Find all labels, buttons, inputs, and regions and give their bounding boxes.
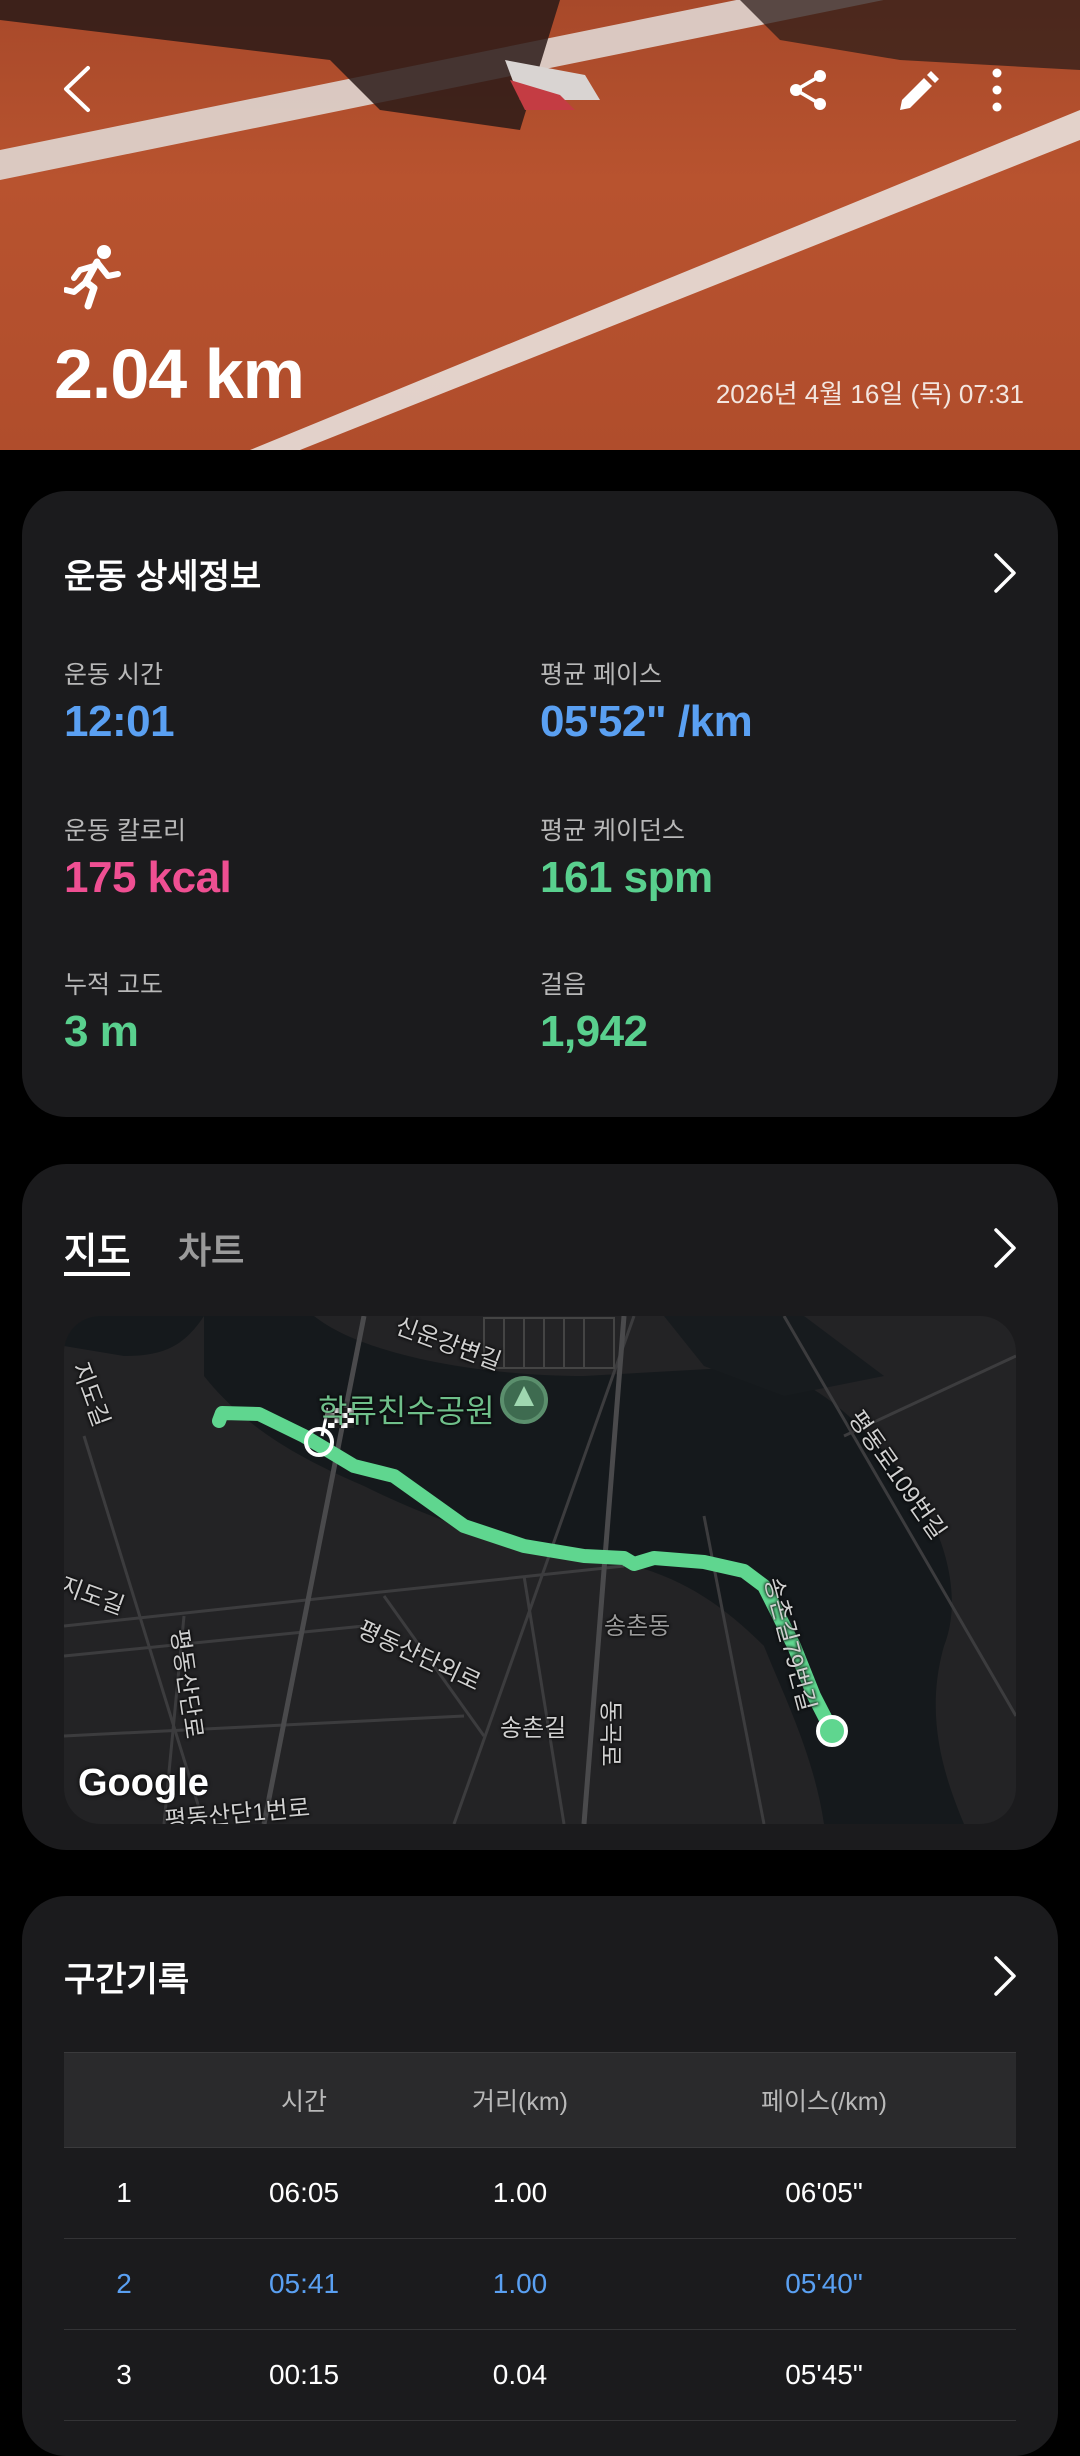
metric-value: 1,942 — [540, 1007, 648, 1056]
laps-table: 시간 거리(km) 페이스(/km) 1 06:05 1.00 06'05" 2… — [64, 2052, 1016, 2421]
lap-pace: 05'45" — [785, 2359, 863, 2390]
lap-number: 3 — [116, 2359, 132, 2390]
lap-number: 1 — [116, 2177, 132, 2208]
laps-card[interactable]: 구간기록 시간 거리(km) 페이스(/km) 1 06:05 1.00 06'… — [22, 1896, 1058, 2456]
lap-time: 06:05 — [268, 2177, 340, 2208]
metric-label: 평균 페이스 — [540, 661, 662, 689]
lap-distance: 1.00 — [492, 2177, 548, 2208]
back-icon[interactable] — [58, 64, 98, 114]
lap-distance: 0.04 — [492, 2359, 548, 2390]
running-icon — [64, 245, 121, 310]
chevron-right-icon[interactable] — [992, 551, 1018, 595]
lap-pace: 06'05" — [785, 2177, 863, 2208]
workout-details-card[interactable]: 운동 상세정보 운동 시간 12:01 평균 페이스 05'52" /km 운동… — [22, 491, 1058, 1117]
metric-elevation: 누적 고도 3 m — [64, 965, 163, 1057]
metric-value: 3 m — [64, 1007, 139, 1056]
lap-time: 00:15 — [268, 2359, 340, 2390]
metric-calories: 운동 칼로리 175 kcal — [64, 811, 232, 903]
card-title: 운동 상세정보 — [64, 558, 262, 596]
workout-datetime: 2026년 4월 16일 (목) 07:31 — [715, 379, 1024, 409]
map-label-road: 송촌길 — [500, 1715, 567, 1742]
table-row: 2 05:41 1.00 05'40" — [64, 2239, 1016, 2330]
metric-label: 운동 시간 — [64, 661, 163, 689]
metric-value: 175 kcal — [64, 853, 232, 902]
metric-value: 12:01 — [64, 697, 175, 746]
map-label-park: 학류친수공원 — [318, 1393, 495, 1429]
metric-cadence: 평균 케이던스 161 spm — [540, 811, 713, 903]
table-header: 시간 거리(km) 페이스(/km) — [64, 2052, 1016, 2148]
table-row: 1 06:05 1.00 06'05" — [64, 2148, 1016, 2239]
metric-label: 걸음 — [540, 971, 587, 999]
metric-label: 운동 칼로리 — [64, 817, 186, 845]
metric-duration: 운동 시간 12:01 — [64, 655, 175, 747]
lap-time: 05:41 — [268, 2268, 340, 2299]
column-header: 거리(km) — [472, 2088, 568, 2116]
map-canvas — [64, 1316, 1016, 1824]
lap-pace: 05'40" — [785, 2268, 863, 2299]
chevron-right-icon[interactable] — [992, 1226, 1018, 1270]
lap-number: 2 — [116, 2268, 132, 2299]
table-row: 3 00:15 0.04 05'45" — [64, 2330, 1016, 2421]
column-header: 시간 — [280, 2088, 327, 2116]
tab-active-indicator — [64, 1272, 130, 1276]
metric-label: 평균 케이던스 — [540, 817, 685, 845]
share-icon[interactable] — [786, 68, 830, 112]
header-hero: 2.04 km 2026년 4월 16일 (목) 07:31 — [0, 0, 1080, 450]
metric-avg-pace: 평균 페이스 05'52" /km — [540, 655, 753, 747]
map-chart-card: 지도 차트 학류친수공원 신운강변길 지도길 평동로109번길 평동산단외로 평… — [22, 1164, 1058, 1850]
metric-steps: 걸음 1,942 — [540, 965, 648, 1057]
lap-distance: 1.00 — [492, 2268, 548, 2299]
metric-label: 누적 고도 — [64, 971, 163, 999]
card-title: 구간기록 — [64, 1961, 190, 1999]
map-label-district: 송촌동 — [604, 1613, 671, 1640]
total-distance: 2.04 km — [54, 335, 305, 413]
chevron-right-icon[interactable] — [992, 1954, 1018, 1998]
metric-value: 161 spm — [540, 853, 713, 902]
column-header: 페이스(/km) — [761, 2088, 887, 2116]
tab-map[interactable]: 지도 — [64, 1222, 130, 1274]
metric-value: 05'52" /km — [540, 697, 753, 746]
edit-icon[interactable] — [894, 66, 942, 114]
map-label-road: 동곡로 — [596, 1700, 624, 1767]
more-options-icon[interactable] — [982, 66, 1012, 114]
column-header — [64, 2053, 184, 2147]
google-logo: Google — [78, 1762, 209, 1804]
route-map[interactable]: 학류친수공원 신운강변길 지도길 평동로109번길 평동산단외로 평동산단로 평… — [64, 1316, 1016, 1824]
tab-chart[interactable]: 차트 — [178, 1222, 244, 1274]
